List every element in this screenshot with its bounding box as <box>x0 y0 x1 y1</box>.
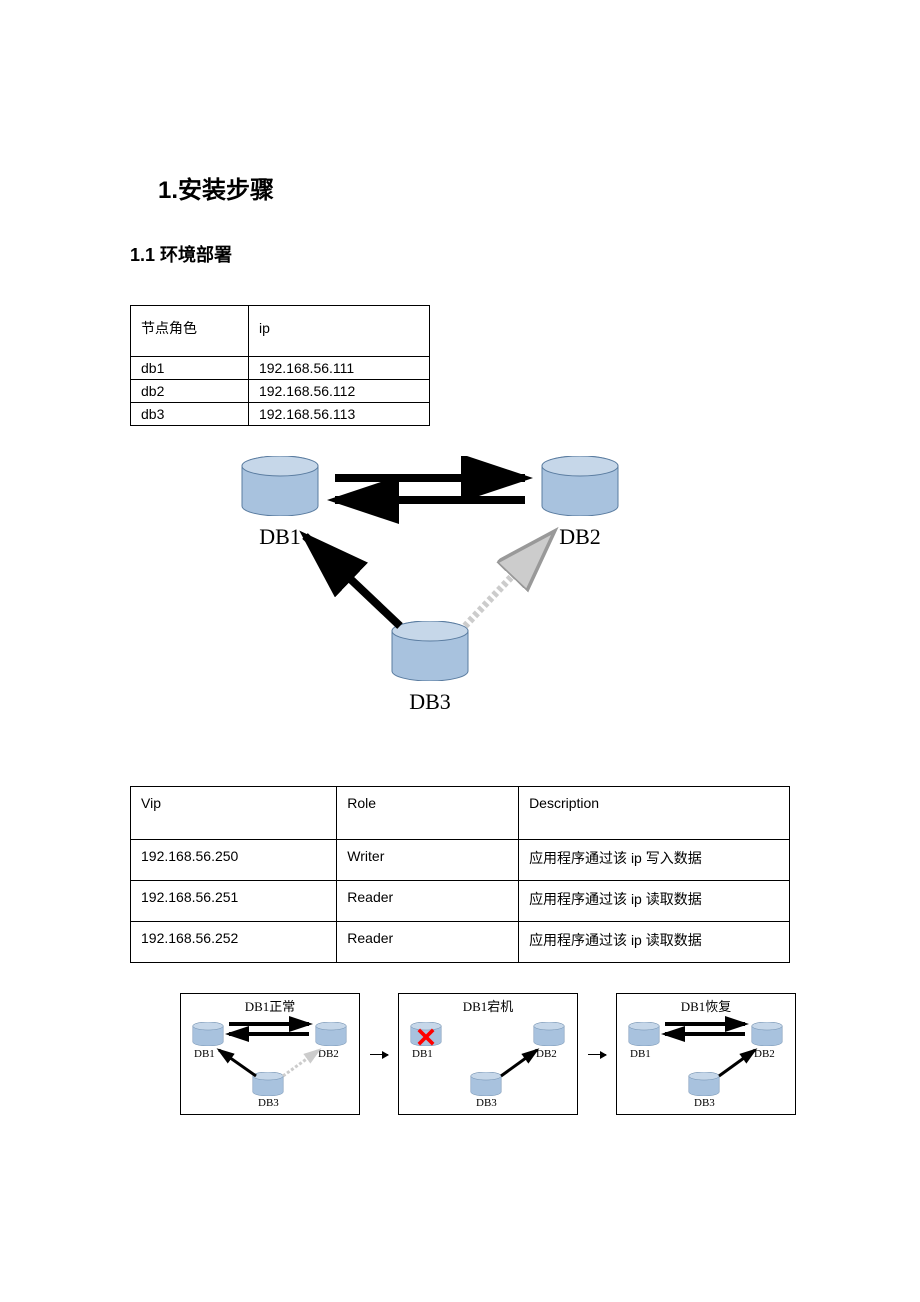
db3-label: DB3 <box>258 1097 279 1109</box>
state-transition-diagram: DB1正常 DB1 DB2 DB3 D <box>180 993 800 1115</box>
vip-cell: 192.168.56.252 <box>131 922 337 963</box>
db2-label: DB2 <box>540 524 620 550</box>
state-title: DB1恢复 <box>617 996 795 1015</box>
db1-cylinder-icon <box>191 1022 225 1046</box>
db1-label: DB1 <box>240 524 320 550</box>
table-row: db3 192.168.56.113 <box>131 403 430 426</box>
state-box-normal: DB1正常 DB1 DB2 DB3 <box>180 993 360 1115</box>
table-row: 192.168.56.251 Reader 应用程序通过该 ip 读取数据 <box>131 881 790 922</box>
db1-cylinder-icon <box>240 456 320 516</box>
vip-header-vip: Vip <box>131 787 337 840</box>
vip-cell: 192.168.56.251 <box>131 881 337 922</box>
table-row: 192.168.56.250 Writer 应用程序通过该 ip 写入数据 <box>131 840 790 881</box>
node-ip-cell: 192.168.56.111 <box>248 357 429 380</box>
state-title: DB1宕机 <box>399 996 577 1015</box>
topology-diagram: DB1 DB2 DB3 <box>190 456 800 766</box>
db3-cylinder-icon <box>469 1072 503 1096</box>
db2-cylinder-icon <box>750 1022 784 1046</box>
cross-icon <box>417 1028 435 1046</box>
db1-label: DB1 <box>194 1048 215 1060</box>
db1-label: DB1 <box>630 1048 651 1060</box>
node-table: 节点角色 ip db1 192.168.56.111 db2 192.168.5… <box>130 305 430 426</box>
db1-cylinder-icon <box>627 1022 661 1046</box>
db2-label: DB2 <box>536 1048 557 1060</box>
vip-cell: 192.168.56.250 <box>131 840 337 881</box>
transition-arrow-icon <box>588 1054 606 1055</box>
db2-cylinder-icon <box>314 1022 348 1046</box>
state-box-recover: DB1恢复 DB1 DB2 DB3 <box>616 993 796 1115</box>
state-box-down: DB1宕机 DB1 DB2 DB3 <box>398 993 578 1115</box>
node-role-cell: db2 <box>131 380 249 403</box>
db3-label: DB3 <box>694 1097 715 1109</box>
node-role-cell: db1 <box>131 357 249 380</box>
desc-cell: 应用程序通过该 ip 读取数据 <box>519 922 790 963</box>
node-header-role: 节点角色 <box>131 306 249 357</box>
db3-cylinder-icon <box>687 1072 721 1096</box>
db2-label: DB2 <box>318 1048 339 1060</box>
table-row: 192.168.56.252 Reader 应用程序通过该 ip 读取数据 <box>131 922 790 963</box>
table-header-row: Vip Role Description <box>131 787 790 840</box>
table-row: db1 192.168.56.111 <box>131 357 430 380</box>
transition-arrow-icon <box>370 1054 388 1055</box>
db3-cylinder-icon <box>390 621 470 681</box>
node-role-cell: db3 <box>131 403 249 426</box>
db1-label: DB1 <box>412 1048 433 1060</box>
node-ip-cell: 192.168.56.113 <box>248 403 429 426</box>
table-row: db2 192.168.56.112 <box>131 380 430 403</box>
state-title: DB1正常 <box>181 996 359 1015</box>
db2-cylinder-icon <box>540 456 620 516</box>
role-cell: Writer <box>337 840 519 881</box>
role-cell: Reader <box>337 881 519 922</box>
table-header-row: 节点角色 ip <box>131 306 430 357</box>
db3-label: DB3 <box>476 1097 497 1109</box>
db3-cylinder-icon <box>251 1072 285 1096</box>
db2-cylinder-icon <box>532 1022 566 1046</box>
desc-cell: 应用程序通过该 ip 写入数据 <box>519 840 790 881</box>
heading-1: 1.安装步骤 <box>158 170 800 205</box>
db2-label: DB2 <box>754 1048 775 1060</box>
vip-table: Vip Role Description 192.168.56.250 Writ… <box>130 786 790 963</box>
desc-cell: 应用程序通过该 ip 读取数据 <box>519 881 790 922</box>
db3-label: DB3 <box>390 689 470 715</box>
role-cell: Reader <box>337 922 519 963</box>
node-header-ip: ip <box>248 306 429 357</box>
vip-header-desc: Description <box>519 787 790 840</box>
node-ip-cell: 192.168.56.112 <box>248 380 429 403</box>
heading-1-1: 1.1 环境部署 <box>130 241 800 267</box>
vip-header-role: Role <box>337 787 519 840</box>
